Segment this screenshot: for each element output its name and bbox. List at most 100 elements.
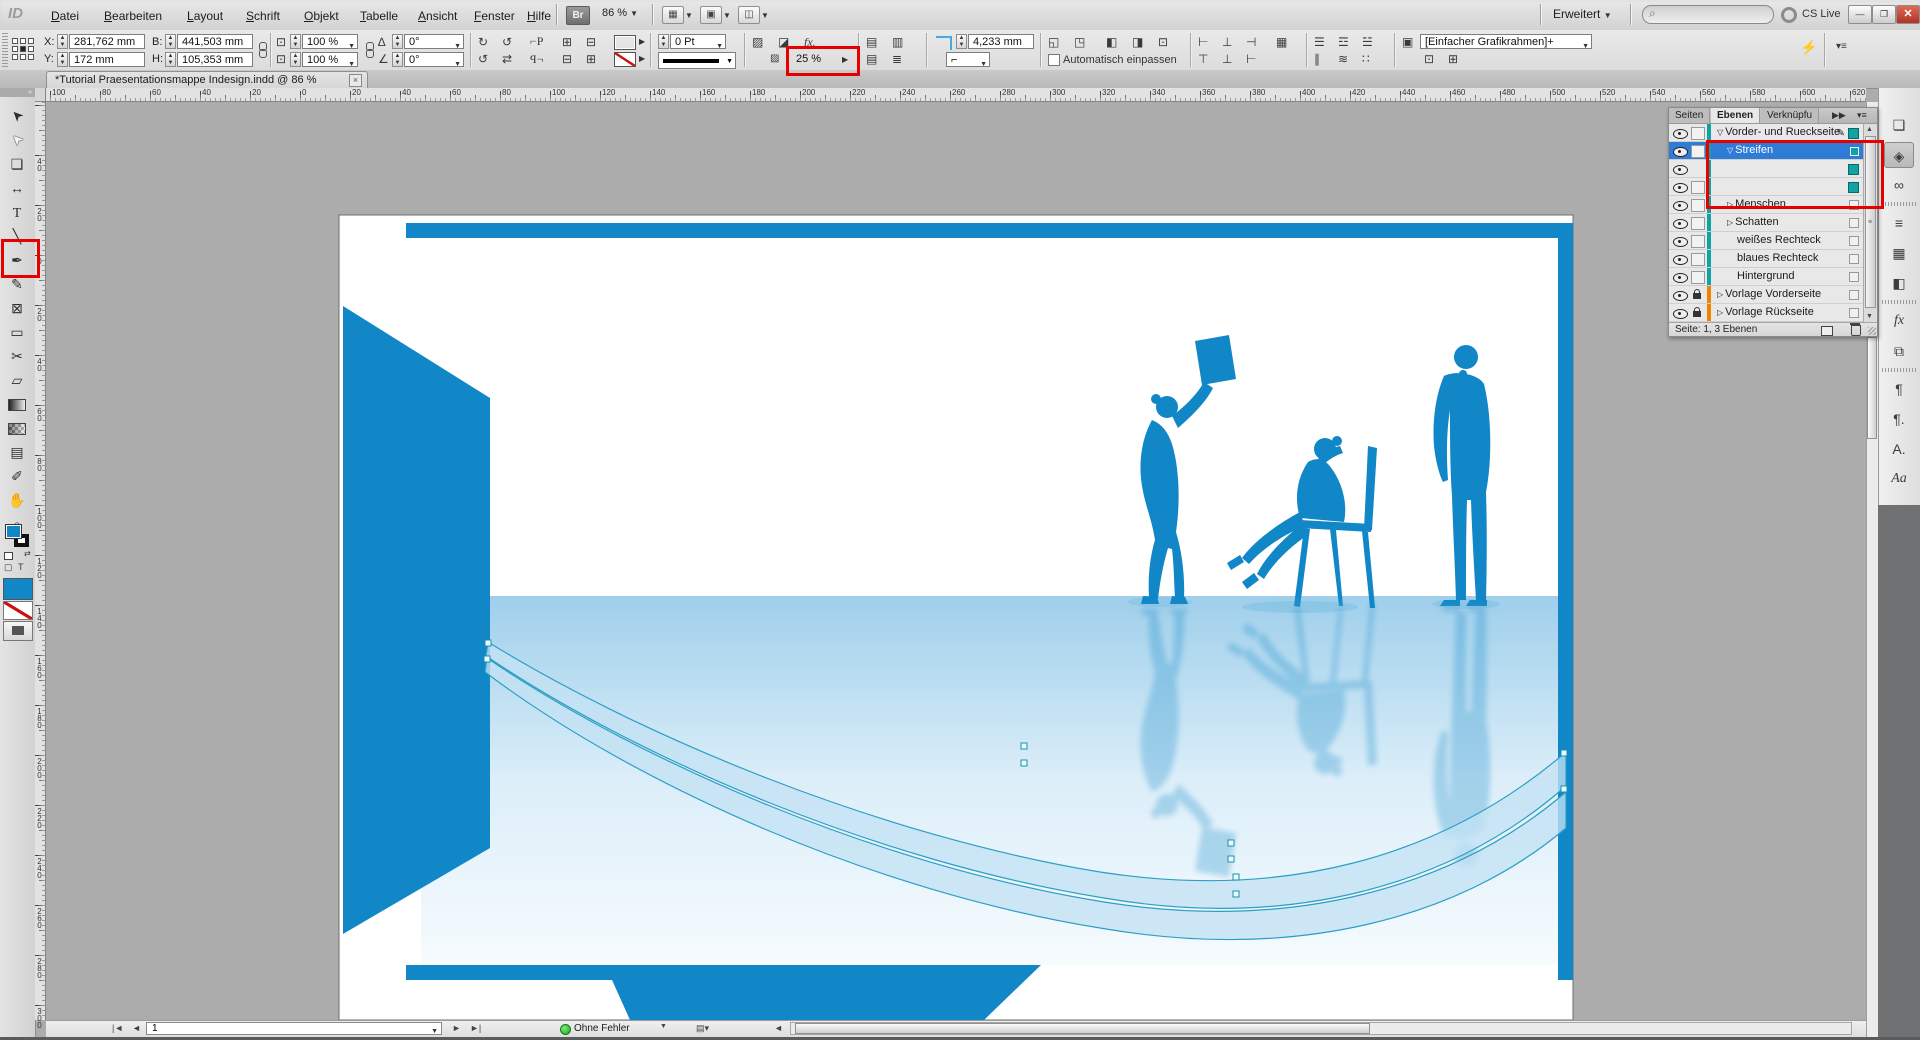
stroke-weight-spinner[interactable]: ▲▼ <box>658 34 669 49</box>
preflight-menu-chevron[interactable]: ▼ <box>660 1023 667 1030</box>
rotation-spinner[interactable]: ▲▼ <box>392 34 403 49</box>
menu-objekt[interactable]: Objekt <box>300 7 343 25</box>
scissors-tool[interactable]: ✂ <box>1 344 33 368</box>
close-button[interactable]: ✕ <box>1896 5 1920 24</box>
visibility-eye-icon[interactable] <box>1673 237 1688 247</box>
document-tab[interactable]: *Tutorial Praesentationsmappe Indesign.i… <box>46 71 368 88</box>
menu-tabelle[interactable]: Tabelle <box>356 7 402 25</box>
distribute-center-button[interactable]: ☲ <box>1338 35 1349 49</box>
lock-toggle-box[interactable] <box>1691 127 1705 140</box>
page-tool[interactable]: ❏ <box>1 152 33 176</box>
shear-spinner[interactable]: ▲▼ <box>392 52 403 67</box>
view-options-button[interactable]: ▦ <box>662 6 684 24</box>
layer-row-vorlage-vorderseite[interactable]: ▷Vorlage Vorderseite <box>1669 286 1863 304</box>
twisty-icon[interactable]: ▽ <box>1717 128 1723 137</box>
y-field[interactable]: 172 mm <box>69 52 145 67</box>
lock-toggle-box[interactable] <box>1691 271 1705 284</box>
document-canvas[interactable] <box>46 102 1866 1020</box>
scale-y-spinner[interactable]: ▲▼ <box>290 52 301 67</box>
formatting-container-button[interactable]: ▢ <box>4 560 13 574</box>
pages-panel-icon[interactable]: ❏ <box>1884 112 1914 138</box>
gradient-tool[interactable] <box>1 392 33 416</box>
rotate-ccw-button[interactable]: ↺ <box>502 35 512 49</box>
distribute-middle-button[interactable]: ≋ <box>1338 52 1348 66</box>
paragraph-panel-icon[interactable]: ¶ <box>1884 376 1914 402</box>
stroke-color-swatch[interactable] <box>614 52 636 67</box>
twisty-icon[interactable]: ▷ <box>1717 308 1723 317</box>
fill-swatch-tool[interactable] <box>5 524 22 539</box>
hand-tool[interactable]: ✋ <box>1 488 33 512</box>
visibility-eye-icon[interactable] <box>1673 219 1688 229</box>
menu-datei[interactable]: Datei <box>47 7 83 25</box>
select-previous-button[interactable]: ⊟ <box>562 52 572 66</box>
align-left-button[interactable]: ⊢ <box>1198 35 1208 49</box>
center-content-button[interactable]: ⊡ <box>1158 35 1168 49</box>
menu-ansicht[interactable]: Ansicht <box>414 7 461 25</box>
width-field[interactable]: 441,503 mm <box>177 34 253 49</box>
lock-toggle-box[interactable] <box>1691 217 1705 230</box>
new-layer-button[interactable] <box>1821 326 1833 336</box>
x-spinner[interactable]: ▲▼ <box>57 34 68 49</box>
align-middle-button[interactable]: ⊥ <box>1222 52 1232 66</box>
arrange-documents-button[interactable]: ◫ <box>738 6 760 24</box>
wrap-jump-button[interactable]: ≣ <box>892 52 902 66</box>
stroke-panel-icon[interactable]: ≡ <box>1884 210 1914 236</box>
visibility-eye-icon[interactable] <box>1673 273 1688 283</box>
visibility-eye-icon[interactable] <box>1673 255 1688 265</box>
effects-panel-icon[interactable]: fx <box>1884 308 1914 334</box>
lock-toggle-box[interactable] <box>1691 253 1705 266</box>
fill-frame-proportionally-button[interactable]: ◱ <box>1048 35 1059 49</box>
rotation-field[interactable]: 0°▼ <box>404 34 464 49</box>
apply-none-button[interactable] <box>3 601 33 620</box>
delete-layer-button[interactable] <box>1851 325 1861 336</box>
select-container-button[interactable]: ⊞ <box>562 35 572 49</box>
quick-apply-icon[interactable]: ⊞ <box>1448 52 1458 66</box>
visibility-eye-icon[interactable] <box>1673 147 1688 157</box>
menu-hilfe[interactable]: Hilfe <box>523 7 555 25</box>
selection-square-icon[interactable] <box>1849 272 1859 282</box>
align-center-button[interactable]: ⊥ <box>1222 35 1232 49</box>
constrain-dimensions-icon[interactable] <box>257 42 267 58</box>
reference-point-proxy[interactable] <box>12 38 36 62</box>
selection-square-icon[interactable] <box>1848 128 1859 139</box>
layer-row-vorlage-rückseite[interactable]: ▷Vorlage Rückseite <box>1669 304 1863 322</box>
swatches-panel-icon[interactable]: ▦ <box>1884 240 1914 266</box>
workspace-switcher[interactable]: Erweitert ▼ <box>1553 7 1612 21</box>
eyedropper-tool[interactable]: ✐ <box>1 464 33 488</box>
horizontal-scrollbar-thumb[interactable] <box>795 1023 1370 1034</box>
fit-frame-to-content-button[interactable]: ◨ <box>1132 35 1143 49</box>
fit-content-to-frame-button[interactable]: ◧ <box>1106 35 1117 49</box>
type-tool[interactable]: T <box>1 200 33 224</box>
corner-radius-field[interactable]: 4,233 mm <box>968 34 1034 49</box>
visibility-eye-icon[interactable] <box>1673 309 1688 319</box>
vertical-scrollbar-thumb[interactable] <box>1867 337 1877 439</box>
view-mode-button[interactable] <box>3 621 33 641</box>
page-number-field[interactable]: 1▼ <box>146 1022 442 1035</box>
rotate-cw-button[interactable]: ↻ <box>478 35 488 49</box>
swap-fill-stroke-icon[interactable]: ⇄ <box>24 549 31 558</box>
clear-overrides-button[interactable]: ⊡ <box>1424 52 1434 66</box>
x-field[interactable]: 281,762 mm <box>69 34 145 49</box>
gradient-panel-icon[interactable]: ◧ <box>1884 270 1914 296</box>
lock-toggle-box[interactable] <box>1691 235 1705 248</box>
stroke-flyout-icon[interactable]: ▶ <box>639 54 645 63</box>
tab-seiten[interactable]: Seiten <box>1669 108 1710 123</box>
layer-row-hintergrund[interactable]: Hintergrund <box>1669 268 1863 286</box>
direct-selection-tool[interactable]: ➤ <box>1 128 33 152</box>
preflight-panel-icon[interactable]: ▤▾ <box>696 1023 709 1034</box>
free-transform-tool[interactable]: ▱ <box>1 368 33 392</box>
distribute-bottom-button[interactable]: ☱ <box>1362 35 1373 49</box>
menu-schrift[interactable]: Schrift <box>242 7 284 25</box>
align-bottom-button[interactable]: ⊢ <box>1246 52 1256 66</box>
flip-both-button[interactable]: ⇄ <box>502 52 512 66</box>
corner-radius-spinner[interactable]: ▲▼ <box>956 34 967 49</box>
flip-vertical-button[interactable]: ⌐P <box>530 52 543 66</box>
selection-square-icon[interactable] <box>1849 308 1859 318</box>
horizontal-ruler[interactable]: 1008060402002040608010012014016018020022… <box>46 88 1866 102</box>
control-panel-menu-icon[interactable]: ▾≡ <box>1836 40 1847 54</box>
autofit-checkbox[interactable] <box>1048 54 1060 66</box>
visibility-eye-icon[interactable] <box>1673 291 1688 301</box>
corner-shape-dropdown[interactable]: ⌐▼ <box>946 52 990 67</box>
note-tool[interactable]: ▤ <box>1 440 33 464</box>
screen-mode-button[interactable]: ▣ <box>700 6 722 24</box>
